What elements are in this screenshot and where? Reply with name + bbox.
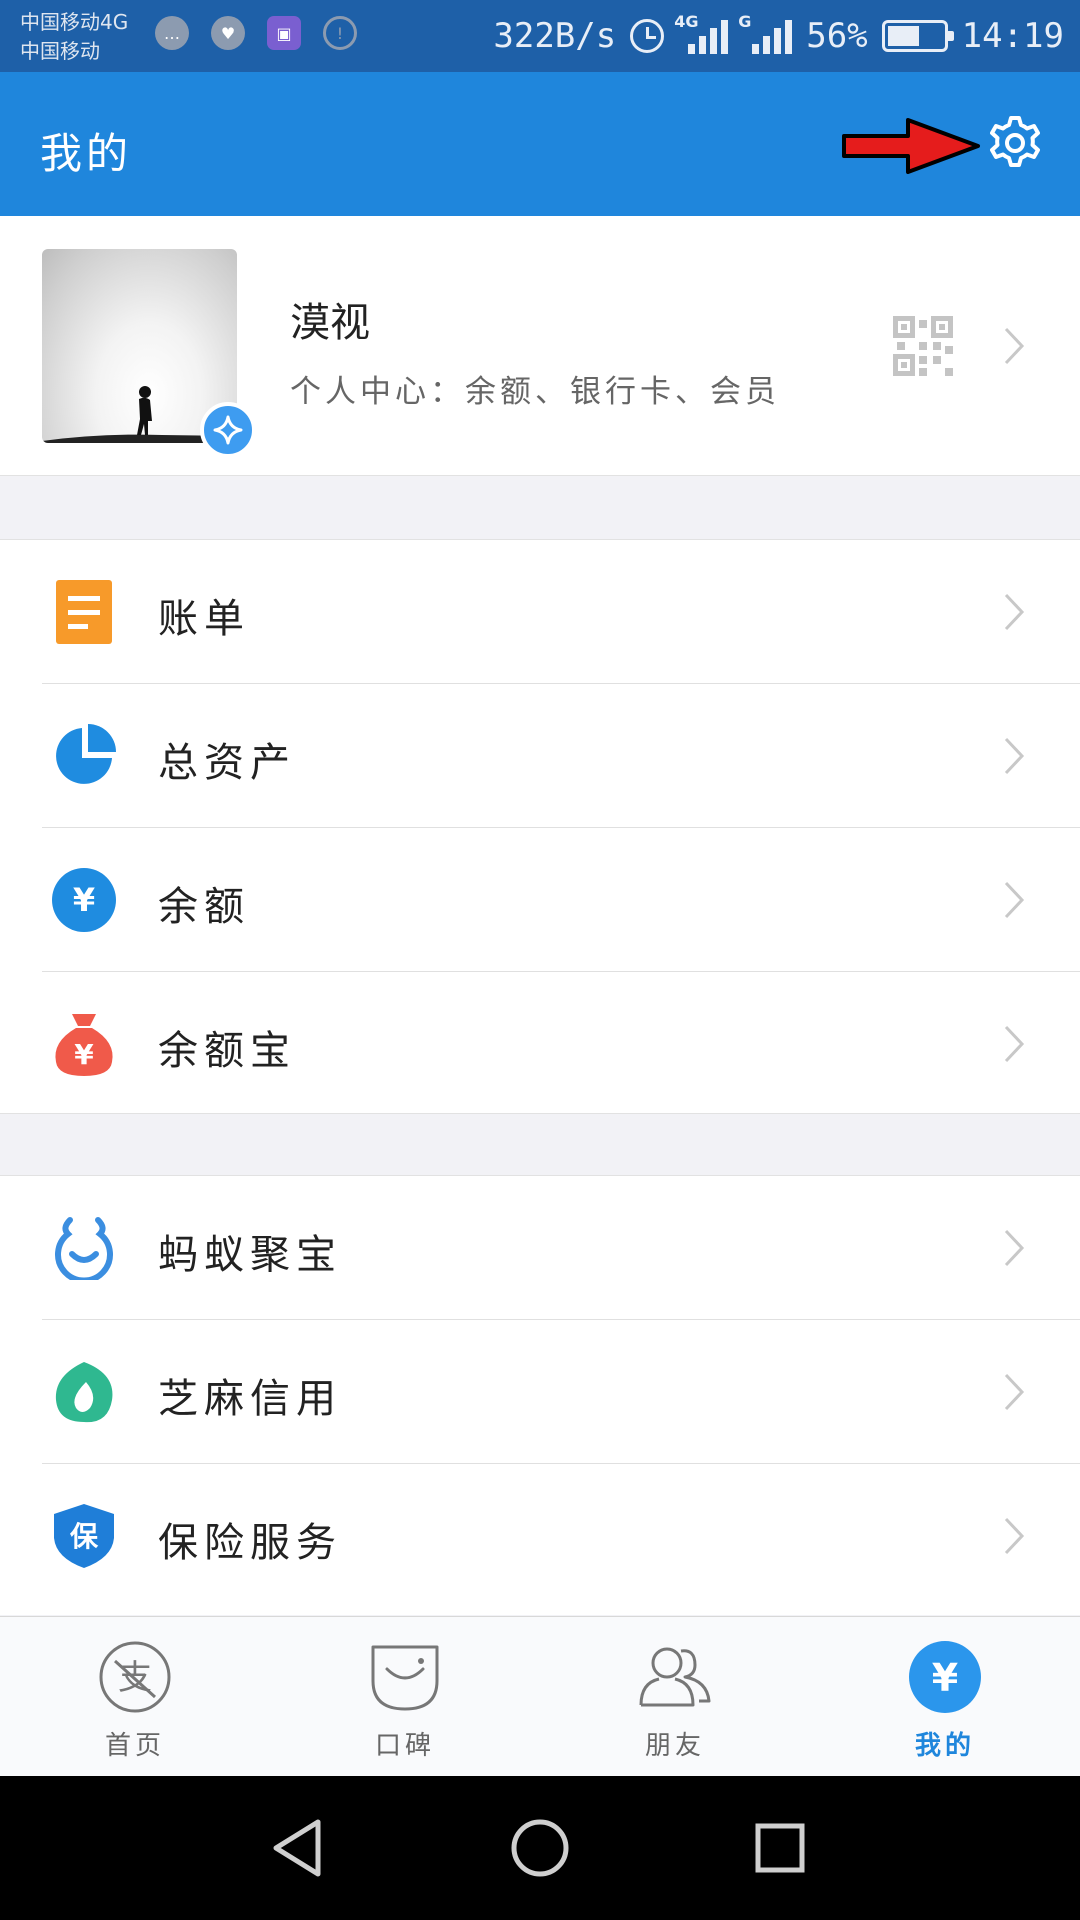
carrier-info: 中国移动4G 中国移动 [20,8,128,66]
qr-code-icon[interactable] [893,316,953,376]
menu-label-total-assets: 总资产 [158,740,296,786]
menu-label-insurance: 保险服务 [158,1520,342,1566]
system-nav-bar [0,1776,1080,1920]
back-icon[interactable] [264,1812,336,1884]
chevron-right-icon [1004,737,1025,775]
chevron-right-icon [1004,1517,1025,1555]
red-arrow-icon [842,118,980,174]
chevron-right-icon [1004,881,1025,919]
battery-percent: 56% [806,16,868,56]
bill-icon [56,580,112,644]
signal-4g-tag: 4G [674,12,699,31]
menu-label-sesame-credit: 芝麻信用 [158,1376,342,1422]
tab-home[interactable]: 支 首页 [0,1617,270,1776]
gallery-notification-icon: ▣ [267,16,301,50]
tab-label-koubei: 口碑 [374,1731,435,1761]
yuan-me-icon: ¥ [909,1641,981,1713]
network-speed: 322B/s [493,16,617,56]
insurance-shield-icon: 保 [54,1504,114,1568]
verified-badge-icon [200,402,256,458]
tab-friends[interactable]: 朋友 [540,1617,810,1776]
money-bag-icon: ¥ [55,1014,113,1076]
clock: 14:19 [961,16,1064,56]
carrier-2: 中国移动 [20,39,100,63]
notification-icons: … ♥ ▣ ! [155,16,357,50]
svg-text:¥: ¥ [73,881,95,919]
carrier-1: 中国移动4G [20,10,129,34]
status-bar: 中国移动4G 中国移动 … ♥ ▣ ! 322B/s 4G G 56% 14:1… [0,0,1080,72]
svg-text:保: 保 [70,1520,99,1553]
tab-label-friends: 朋友 [644,1731,705,1761]
heart-notification-icon: ♥ [211,16,245,50]
profile-name: 漠视 [290,300,370,346]
menu-group-finance: 账单 总资产 ¥ 余额 ¥ 余额宝 [0,539,1080,1114]
chat-notification-icon: … [155,16,189,50]
home-icon[interactable] [504,1812,576,1884]
tab-koubei[interactable]: 口碑 [270,1617,540,1776]
svg-text:¥: ¥ [932,1656,958,1700]
recents-icon[interactable] [744,1812,816,1884]
alipay-home-icon: 支 [99,1641,171,1713]
menu-label-yuebao: 余额宝 [158,1028,296,1074]
menu-item-balance[interactable]: ¥ 余额 [0,828,1080,972]
sesame-credit-icon [55,1362,113,1423]
signal-g-icon: G [738,12,793,54]
svg-text:¥: ¥ [74,1038,94,1071]
tab-label-me: 我的 [914,1731,975,1761]
page-title: 我的 [40,129,133,178]
menu-item-total-assets[interactable]: 总资产 [0,684,1080,828]
bottom-tab-bar: 支 首页 口碑 朋友 ¥ 我的 [0,1616,1080,1776]
signal-4g-icon: 4G [674,12,729,54]
gear-icon[interactable] [986,114,1044,172]
menu-item-insurance[interactable]: 保 保险服务 [0,1464,1080,1608]
menu-label-ant-fortune: 蚂蚁聚宝 [158,1232,342,1278]
koubei-icon [371,1645,439,1711]
profile-card[interactable]: 漠视 个人中心：余额、银行卡、会员 [0,216,1080,476]
tab-me[interactable]: ¥ 我的 [810,1617,1080,1776]
alarm-icon [630,19,665,53]
menu-label-balance: 余额 [158,884,250,930]
menu-item-ant-fortune[interactable]: 蚂蚁聚宝 [0,1176,1080,1320]
yuan-coin-icon: ¥ [52,868,116,932]
chevron-right-icon [1004,1025,1025,1063]
menu-item-sesame-credit[interactable]: 芝麻信用 [0,1320,1080,1464]
menu-item-bill[interactable]: 账单 [0,540,1080,684]
menu-item-yuebao[interactable]: ¥ 余额宝 [0,972,1080,1116]
ant-fortune-icon [55,1217,113,1280]
tab-label-home: 首页 [104,1731,165,1761]
battery-icon [881,20,954,52]
chevron-right-icon [1004,327,1025,365]
chevron-right-icon [1004,1373,1025,1411]
signal-g-tag: G [738,12,752,31]
chevron-right-icon [1004,593,1025,631]
info-notification-icon: ! [323,16,357,50]
menu-label-bill: 账单 [158,596,250,642]
menu-group-services: 蚂蚁聚宝 芝麻信用 保 保险服务 [0,1175,1080,1615]
status-indicators: 322B/s 4G G 56% 14:19 [493,0,1064,72]
profile-subtitle: 个人中心：余额、银行卡、会员 [290,374,780,410]
pie-chart-icon [56,724,116,784]
friends-icon [639,1647,711,1707]
chevron-right-icon [1004,1229,1025,1267]
